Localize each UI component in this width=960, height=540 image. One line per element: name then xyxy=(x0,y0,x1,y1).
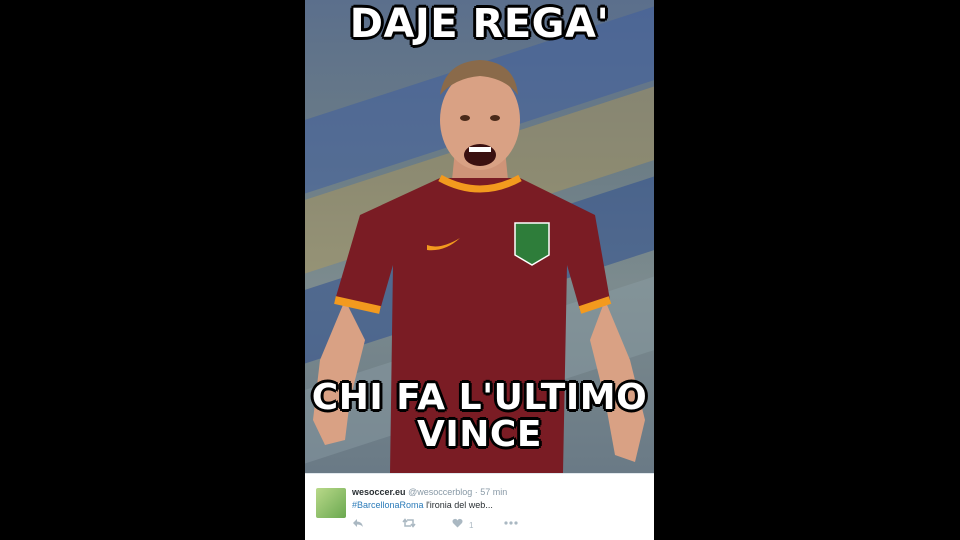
player-eye-right xyxy=(490,115,500,121)
sponsor-crest xyxy=(514,222,550,266)
tweet-media-frame: DAJE REGA' CHI FA L'ULTIMO VINCE wesoccer… xyxy=(305,0,654,540)
tweet-handle[interactable]: @wesoccerblog xyxy=(408,487,472,497)
meme-bottom-caption-text: CHI FA L'ULTIMO VINCE xyxy=(311,377,648,455)
like-button[interactable]: 1 xyxy=(452,518,473,531)
meme-top-caption: DAJE REGA' xyxy=(349,1,610,47)
tweet-actions: 1 xyxy=(352,518,532,530)
tweet-text: #BarcellonaRoma l'ironia del web... xyxy=(352,500,493,510)
heart-icon xyxy=(452,518,463,528)
meme-bottom-caption: CHI FA L'ULTIMO VINCE xyxy=(305,377,654,455)
more-icon[interactable] xyxy=(504,518,518,531)
tweet-display-name[interactable]: wesoccer.eu xyxy=(352,487,406,497)
tweet-body-text: l'ironia del web... xyxy=(426,500,493,510)
reply-icon[interactable] xyxy=(352,518,364,531)
tweet-header: wesoccer.eu @wesoccerblog · 57 min xyxy=(352,487,507,497)
avatar[interactable] xyxy=(316,488,346,518)
tweet-separator: · xyxy=(474,487,478,497)
like-count: 1 xyxy=(469,521,474,530)
retweet-icon[interactable] xyxy=(402,518,416,531)
meme-image[interactable]: DAJE REGA' CHI FA L'ULTIMO VINCE xyxy=(305,0,654,473)
player-teeth xyxy=(469,147,491,152)
tweet-card: wesoccer.eu @wesoccerblog · 57 min #Barc… xyxy=(305,473,654,540)
tweet-time[interactable]: 57 min xyxy=(480,487,507,497)
player-eye-left xyxy=(460,115,470,121)
tweet-hashtag[interactable]: #BarcellonaRoma xyxy=(352,500,424,510)
